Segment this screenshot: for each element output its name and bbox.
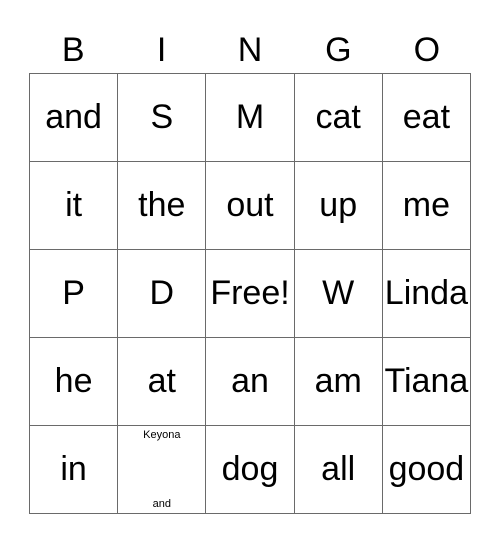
bingo-cell[interactable]: cat: [294, 74, 383, 162]
bingo-cell[interactable]: W: [294, 250, 383, 338]
header-letter-n: N: [237, 31, 263, 69]
bingo-cell[interactable]: he: [30, 338, 119, 426]
header-letter-i: I: [156, 31, 167, 69]
cell-bottom-text: and: [152, 498, 171, 510]
header-letter-g: G: [325, 31, 352, 69]
bingo-cell[interactable]: good: [382, 426, 471, 514]
cell-top-text: Keyona: [143, 429, 181, 441]
bingo-cell[interactable]: and: [30, 74, 119, 162]
free-space-cell[interactable]: Free!: [206, 250, 295, 338]
bingo-cell[interactable]: am: [294, 338, 383, 426]
bingo-header: B I N G O: [29, 28, 471, 72]
bingo-cell[interactable]: Linda: [382, 250, 471, 338]
bingo-cell[interactable]: in: [30, 426, 119, 514]
bingo-cell[interactable]: it: [30, 162, 119, 250]
bingo-cell[interactable]: out: [206, 162, 295, 250]
bingo-cell[interactable]: the: [118, 162, 207, 250]
bingo-grid: and S M cat eat it the out up me P D Fre…: [29, 73, 471, 514]
bingo-cell[interactable]: M: [206, 74, 295, 162]
bingo-cell[interactable]: Tiana: [382, 338, 471, 426]
bingo-cell[interactable]: all: [294, 426, 383, 514]
header-letter-b: B: [61, 31, 85, 69]
bingo-cell[interactable]: eat: [382, 74, 471, 162]
bingo-cell[interactable]: at: [118, 338, 207, 426]
bingo-cell[interactable]: me: [382, 162, 471, 250]
bingo-cell[interactable]: Keyona and: [118, 426, 207, 514]
header-letter-o: O: [413, 31, 441, 69]
bingo-cell[interactable]: an: [206, 338, 295, 426]
bingo-cell[interactable]: dog: [206, 426, 295, 514]
bingo-cell[interactable]: P: [30, 250, 119, 338]
bingo-cell[interactable]: S: [118, 74, 207, 162]
bingo-cell[interactable]: up: [294, 162, 383, 250]
bingo-cell[interactable]: D: [118, 250, 207, 338]
